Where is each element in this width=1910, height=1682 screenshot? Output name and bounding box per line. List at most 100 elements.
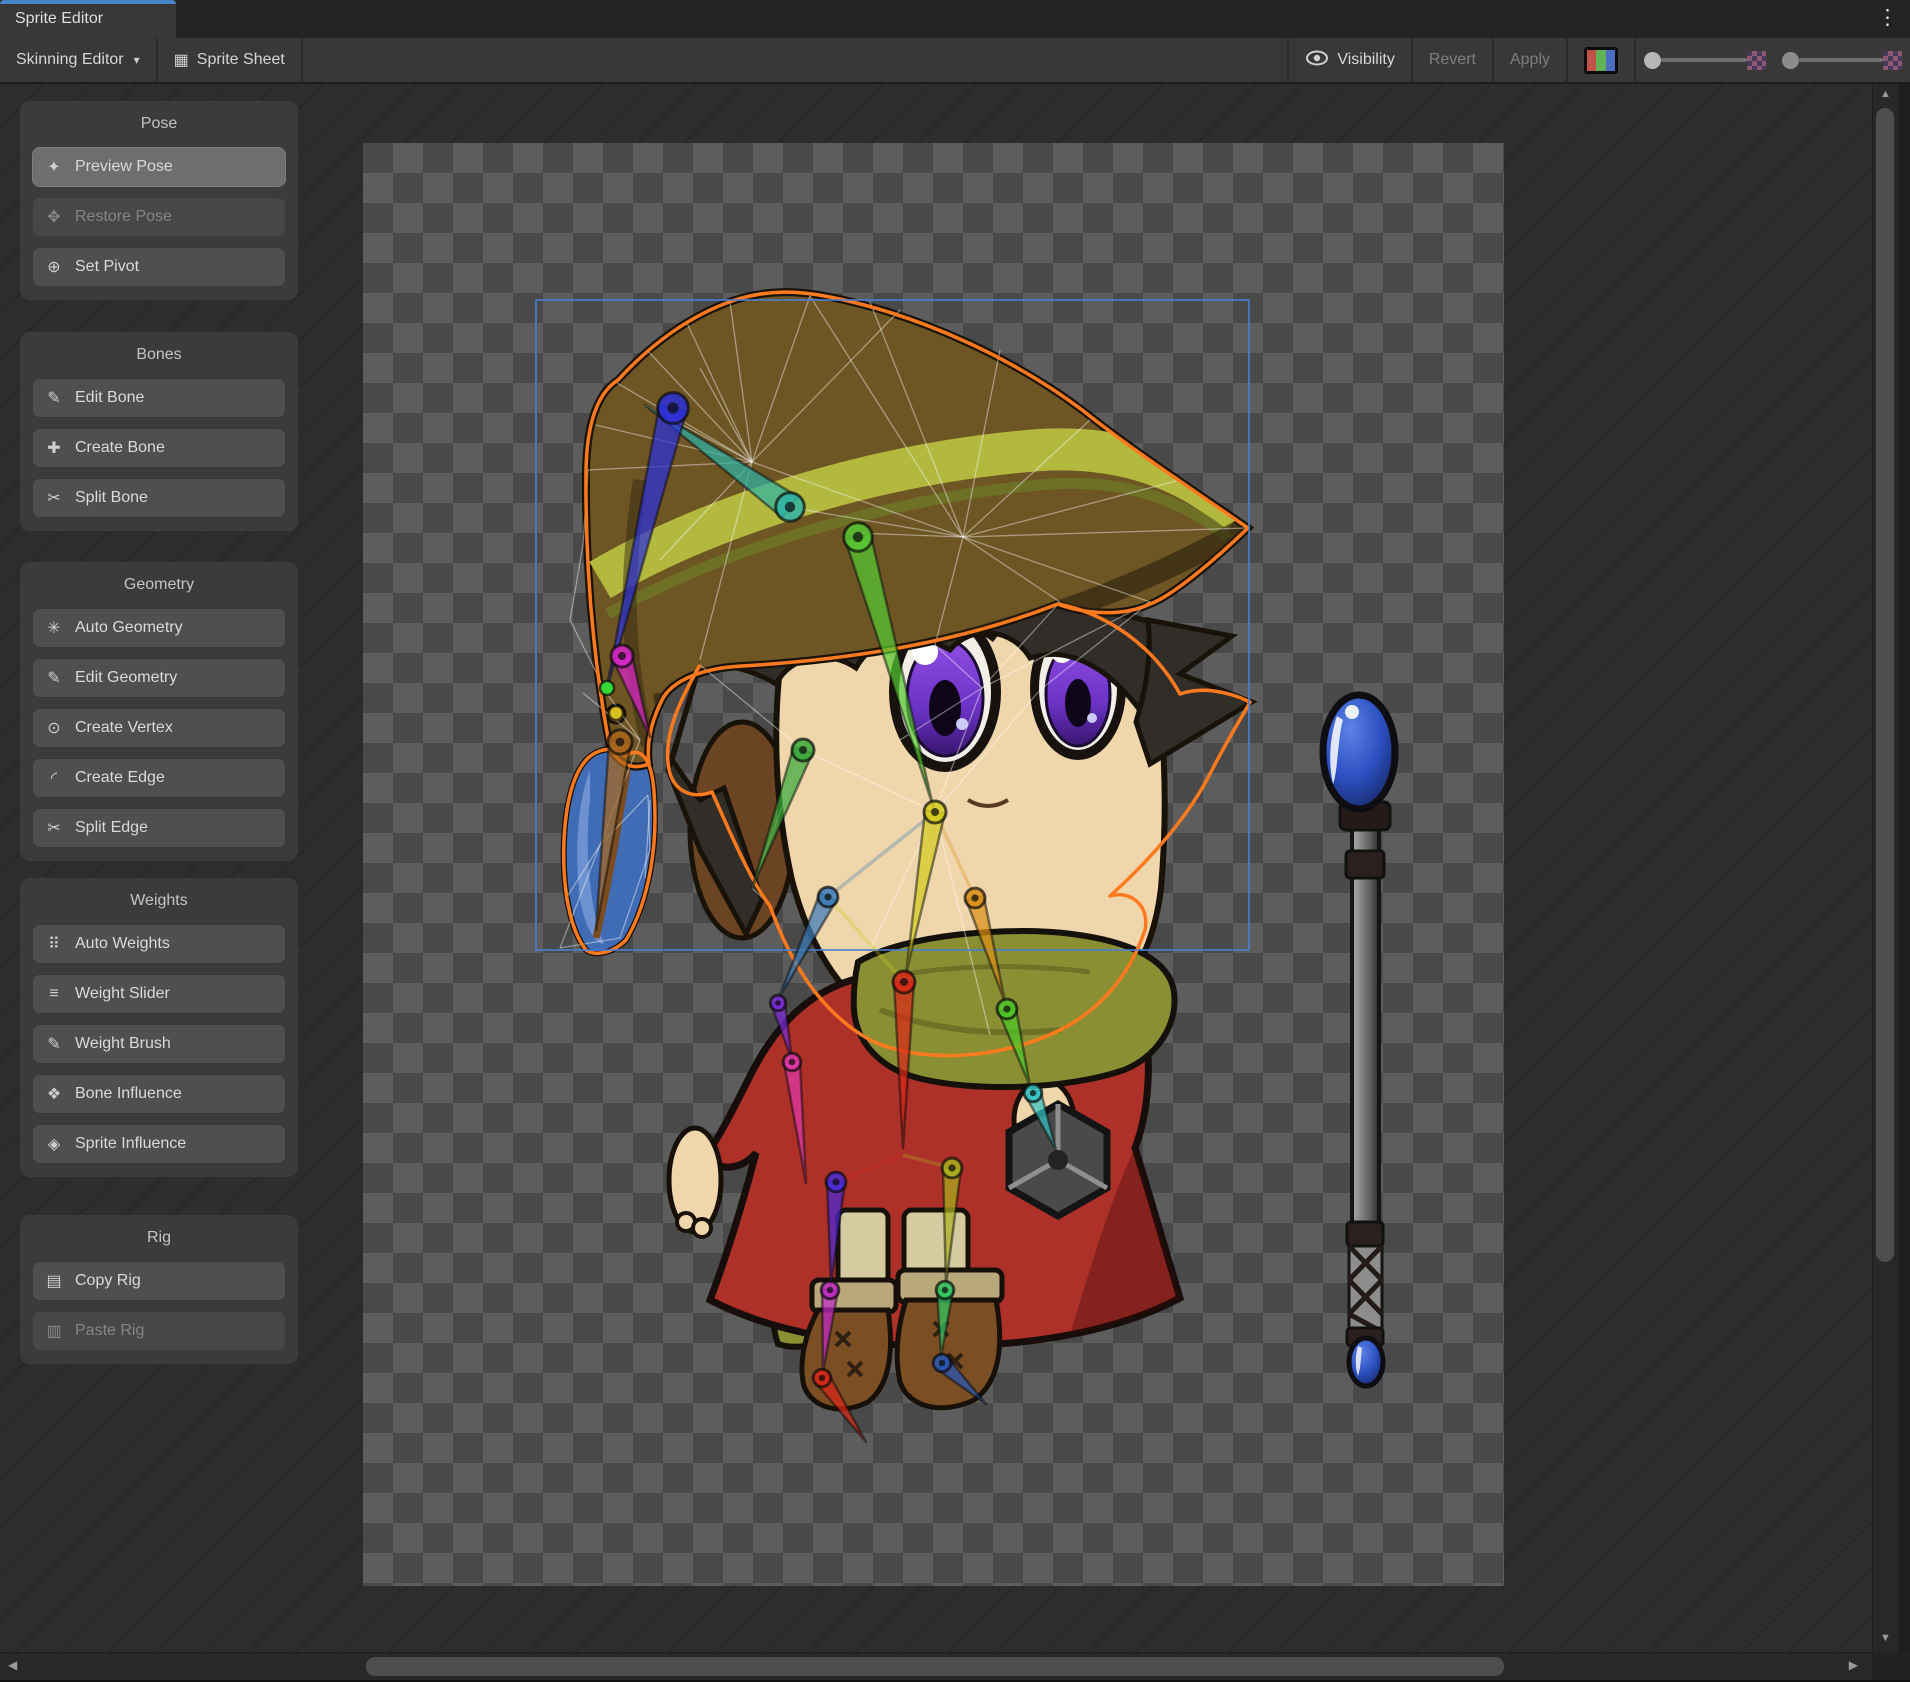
restore-pose-button[interactable]: ✥ Restore Pose [32, 197, 286, 237]
scroll-up-icon[interactable]: ▲ [1873, 88, 1898, 100]
button-label: Auto Weights [75, 935, 170, 953]
bone-node[interactable] [600, 681, 614, 695]
staff-sprite[interactable] [1323, 695, 1395, 1386]
vertical-scrollbar[interactable]: ▲ ▼ [1872, 82, 1898, 1652]
character-sprite[interactable] [564, 292, 1395, 1409]
restore-pose-icon: ✥ [43, 207, 65, 227]
scroll-down-icon[interactable]: ▼ [1873, 1632, 1898, 1644]
alpha-checker-icon [1747, 51, 1766, 70]
horizontal-scroll-thumb[interactable] [366, 1657, 1504, 1676]
paste-rig-button[interactable]: ▥Paste Rig [32, 1311, 286, 1351]
preview-pose-button[interactable]: ✦Preview Pose [32, 147, 286, 187]
panel-geometry: Geometry✳Auto Geometry✎Edit Geometry⊙Cre… [20, 562, 298, 861]
alpha-slider[interactable] [1636, 38, 1774, 82]
create-bone-icon: ✚ [43, 438, 65, 458]
button-label: Create Edge [75, 769, 165, 787]
sprite-influence-icon: ◈ [43, 1134, 65, 1154]
panel-title: Bones [32, 346, 286, 364]
scrollbar-corner [1872, 1652, 1910, 1682]
panel-title: Pose [32, 115, 286, 133]
create-bone-button[interactable]: ✚ Create Bone [32, 428, 286, 468]
skinning-editor-label: Skinning Editor [16, 51, 124, 69]
visibility-toggle[interactable]: Visibility [1289, 38, 1411, 82]
button-label: Edit Bone [75, 389, 144, 407]
tab-title: Sprite Editor [15, 10, 103, 28]
edit-geometry-button[interactable]: ✎ Edit Geometry [32, 658, 286, 698]
button-label: Create Vertex [75, 719, 173, 737]
sprite-sheet-button[interactable]: ▦ Sprite Sheet [158, 38, 301, 82]
brightness-slider[interactable] [1774, 38, 1910, 82]
bone-influence-button[interactable]: ❖ Bone Influence [32, 1074, 286, 1114]
scroll-right-icon[interactable]: ▶ [1849, 1658, 1858, 1672]
sprite-influence-button[interactable]: ◈ Sprite Influence [32, 1124, 286, 1164]
edit-bone-button[interactable]: ✎ Edit Bone [32, 378, 286, 418]
visibility-label: Visibility [1337, 51, 1395, 69]
set-pivot-button[interactable]: ⊕ Set Pivot [32, 247, 286, 287]
sprite-editor-window: { "window": { "tab_title": "Sprite Edito… [0, 0, 1910, 1682]
toolbar-separator [301, 38, 303, 82]
bone-influence-icon: ❖ [43, 1084, 65, 1104]
paste-rig-icon: ▥ [43, 1321, 65, 1341]
auto-weights-button[interactable]: ⠿Auto Weights [32, 924, 286, 964]
weight-slider-button[interactable]: ≡Weight Slider [32, 974, 286, 1014]
bone-node[interactable] [609, 706, 623, 720]
brightness-checker-icon [1883, 51, 1902, 70]
chevron-down-icon: ▾ [134, 53, 140, 67]
edit-bone-icon: ✎ [43, 388, 65, 408]
window-menu-icon[interactable]: ⋮ [1877, 5, 1898, 31]
tab-sprite-editor[interactable]: Sprite Editor [0, 0, 176, 38]
alpha-slider-knob[interactable] [1644, 52, 1661, 69]
skinning-editor-dropdown[interactable]: Skinning Editor ▾ [0, 38, 156, 82]
button-label: Split Bone [75, 489, 148, 507]
alpha-slider-track[interactable] [1661, 58, 1747, 62]
auto-geometry-button[interactable]: ✳ Auto Geometry [32, 608, 286, 648]
vertical-scroll-thumb[interactable] [1876, 108, 1894, 1262]
weight-brush-icon: ✎ [43, 1034, 65, 1054]
split-edge-button[interactable]: ✂ Split Edge [32, 808, 286, 848]
button-label: Copy Rig [75, 1272, 141, 1290]
button-label: Weight Brush [75, 1035, 171, 1053]
button-label: Preview Pose [75, 158, 173, 176]
create-vertex-button[interactable]: ⊙ Create Vertex [32, 708, 286, 748]
panel-weights: Weights⠿Auto Weights≡Weight Slider✎Weigh… [20, 878, 298, 1177]
panel-title: Rig [32, 1229, 286, 1247]
rgb-swatch-icon [1584, 47, 1618, 74]
apply-button[interactable]: Apply [1494, 38, 1566, 82]
button-label: Restore Pose [75, 208, 172, 226]
button-label: Auto Geometry [75, 619, 183, 637]
button-label: Sprite Influence [75, 1135, 186, 1153]
weight-brush-button[interactable]: ✎ Weight Brush [32, 1024, 286, 1064]
tab-strip: Sprite Editor ⋮ [0, 0, 1910, 38]
horizontal-scrollbar[interactable]: ◀ ▶ [0, 1652, 1872, 1681]
create-edge-button[interactable]: ◜ Create Edge [32, 758, 286, 798]
button-label: Set Pivot [75, 258, 139, 276]
copy-rig-icon: ▤ [43, 1271, 65, 1291]
button-label: Edit Geometry [75, 669, 177, 687]
brightness-slider-knob[interactable] [1782, 52, 1799, 69]
color-channel-button[interactable] [1568, 38, 1634, 82]
create-edge-icon: ◜ [43, 768, 65, 788]
right-border [1898, 82, 1910, 1682]
edit-geometry-icon: ✎ [43, 668, 65, 688]
split-bone-button[interactable]: ✂ Split Bone [32, 478, 286, 518]
button-label: Bone Influence [75, 1085, 182, 1103]
active-tab-accent [0, 0, 176, 4]
panel-bones: Bones ✎ Edit Bone ✚ Create Bone ✂ Split Bone [20, 332, 298, 531]
button-label: Split Edge [75, 819, 148, 837]
scroll-left-icon[interactable]: ◀ [8, 1658, 17, 1672]
auto-geometry-icon: ✳ [43, 618, 65, 638]
toolbar: Skinning Editor ▾ ▦ Sprite Sheet Visibil… [0, 38, 1910, 84]
create-vertex-icon: ⊙ [43, 718, 65, 738]
copy-rig-button[interactable]: ▤ Copy Rig [32, 1261, 286, 1301]
set-pivot-icon: ⊕ [43, 257, 65, 277]
button-label: Create Bone [75, 439, 165, 457]
panel-pose: Pose ✦Preview Pose ✥ Restore Pose ⊕ Set Pivot [20, 101, 298, 300]
weight-slider-icon: ≡ [43, 985, 65, 1003]
revert-button[interactable]: Revert [1413, 38, 1492, 82]
brightness-slider-track[interactable] [1799, 58, 1883, 62]
sprite-sheet-icon: ▦ [174, 50, 189, 70]
sprite-sheet-label: Sprite Sheet [197, 51, 285, 69]
panel-rig: Rig ▤ Copy Rig ▥Paste Rig [20, 1215, 298, 1364]
split-bone-icon: ✂ [43, 488, 65, 508]
split-edge-icon: ✂ [43, 818, 65, 838]
